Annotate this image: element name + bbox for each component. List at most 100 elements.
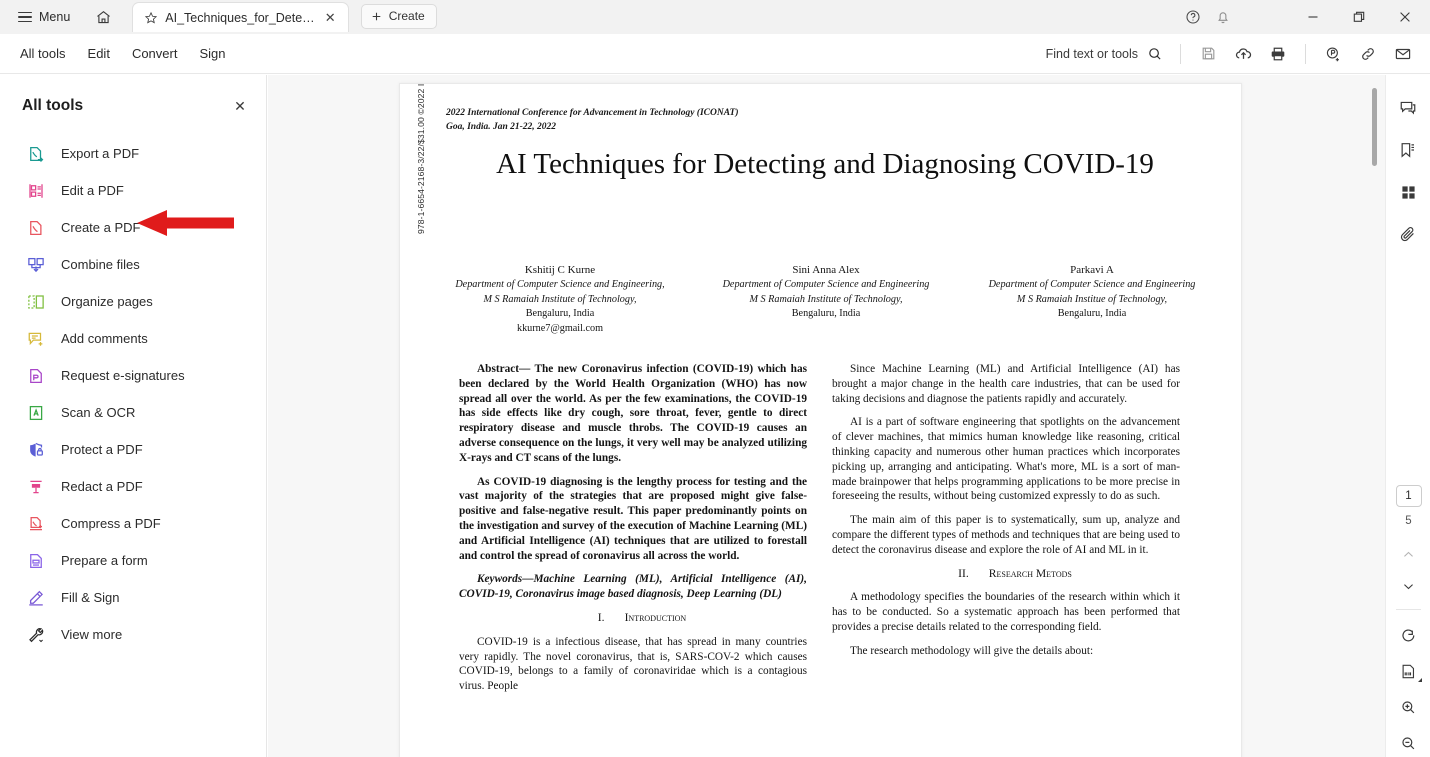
find-text-or-tools[interactable]: Find text or tools: [1037, 40, 1170, 68]
bookmarks-panel-icon: [1401, 143, 1414, 158]
tool-prepare-a-form[interactable]: Prepare a form: [0, 542, 266, 579]
tool-label: View more: [61, 627, 123, 642]
close-panel-button[interactable]: ✕: [228, 94, 252, 118]
fit-page-button[interactable]: [1394, 656, 1424, 686]
document-tab[interactable]: AI_Techniques_for_Dete… ✕: [132, 2, 349, 32]
home-button[interactable]: [88, 4, 118, 30]
section-2-heading: II. Research Metods: [832, 567, 1180, 582]
menu-convert[interactable]: Convert: [122, 40, 188, 68]
tool-combine-files[interactable]: Combine files: [0, 246, 266, 283]
upload-to-cloud-button[interactable]: [1226, 39, 1260, 69]
right-paragraph-4: A methodology specifies the boundaries o…: [832, 591, 1180, 633]
tool-organize-pages[interactable]: Organize pages: [0, 283, 266, 320]
save-button[interactable]: [1191, 39, 1225, 69]
search-icon: [1149, 47, 1161, 60]
column-right: Since Machine Learning (ML) and Artifici…: [832, 362, 1180, 668]
restore-button[interactable]: [1336, 0, 1382, 34]
tool-add-comments[interactable]: Add comments: [0, 320, 266, 357]
title-bar-left: Menu AI_Techniques_for_Dete… ✕ Create: [0, 0, 437, 34]
email-button[interactable]: [1386, 39, 1420, 69]
section-1-title: Introduction: [624, 610, 687, 624]
acrobat-window: Menu AI_Techniques_for_Dete… ✕ Create Al…: [0, 0, 1430, 757]
create-pdf-icon: [26, 218, 45, 237]
next-page-button[interactable]: [1394, 573, 1424, 599]
rail-divider: [1396, 609, 1421, 610]
tool-label: Add comments: [61, 331, 148, 346]
tool-compress-a-pdf[interactable]: Compress a PDF: [0, 505, 266, 542]
chevron-down-icon: [1417, 678, 1422, 682]
author-dept: Department of Computer Science and Engin…: [455, 279, 665, 290]
menu-bar-actions: Find text or tools: [1037, 39, 1430, 69]
tool-request-e-signatures[interactable]: Request e-signatures: [0, 357, 266, 394]
column-left: Abstract— The new Coronavirus infection …: [459, 362, 807, 703]
abstract-paragraph-2: As COVID-19 diagnosing is the lengthy pr…: [459, 475, 807, 562]
current-page-input[interactable]: 1: [1395, 485, 1422, 507]
tool-scan-and-ocr[interactable]: Scan & OCR: [0, 394, 266, 431]
create-button[interactable]: Create: [360, 3, 437, 29]
tool-view-more[interactable]: View more: [0, 616, 266, 653]
menu-bar: All tools Edit Convert Sign Find text or…: [0, 34, 1430, 74]
tool-label: Combine files: [61, 257, 140, 272]
author-org: M S Ramaiah Institute of Technology,: [749, 293, 903, 305]
author-city: Bengaluru, India: [525, 308, 595, 320]
notifications-button[interactable]: [1208, 4, 1238, 30]
menu-sign[interactable]: Sign: [189, 40, 235, 68]
redact-pdf-icon: [26, 477, 45, 496]
tool-protect-a-pdf[interactable]: Protect a PDF: [0, 431, 266, 468]
export-pdf-icon: [26, 144, 45, 163]
tab-close-button[interactable]: ✕: [322, 9, 339, 26]
comments-panel-button[interactable]: [1393, 93, 1423, 123]
zoom-out-button[interactable]: [1394, 728, 1424, 757]
tool-create-a-pdf[interactable]: Create a PDF: [0, 209, 266, 246]
page-thumbnails-button[interactable]: [1393, 177, 1423, 207]
fill-sign-icon: [26, 588, 45, 607]
tool-export-a-pdf[interactable]: Export a PDF: [0, 135, 266, 172]
previous-page-button[interactable]: [1394, 541, 1424, 567]
hamburger-icon: [18, 9, 32, 26]
bookmarks-panel-button[interactable]: [1393, 135, 1423, 165]
author-block: Kshitij C Kurne Department of Computer S…: [436, 264, 1216, 337]
menu-button[interactable]: Menu: [10, 4, 78, 30]
share-link-button[interactable]: [1351, 39, 1385, 69]
attachments-button[interactable]: [1393, 219, 1423, 249]
tool-label: Organize pages: [61, 294, 153, 309]
vertical-scrollbar[interactable]: [1369, 75, 1379, 757]
tool-label: Export a PDF: [61, 146, 140, 161]
rotate-button[interactable]: [1394, 620, 1424, 650]
pdf-page-1: 978-1-6654-2168-3/22/$31.00 ©2022 IEEE |…: [399, 83, 1242, 757]
author-1: Kshitij C Kurne Department of Computer S…: [436, 264, 684, 337]
scrollbar-thumb[interactable]: [1372, 88, 1377, 166]
wrench-icon: [26, 625, 45, 644]
zoom-in-button[interactable]: [1394, 692, 1424, 722]
tool-edit-a-pdf[interactable]: Edit a PDF: [0, 172, 266, 209]
minimize-button[interactable]: [1290, 0, 1336, 34]
paper-title: AI Techniques for Detecting and Diagnosi…: [496, 148, 1154, 180]
tool-redact-a-pdf[interactable]: Redact a PDF: [0, 468, 266, 505]
star-icon[interactable]: [144, 11, 158, 25]
document-tab-title: AI_Techniques_for_Dete…: [165, 10, 315, 25]
comments-panel-icon: [1400, 101, 1416, 115]
author-3: Parkavi A Department of Computer Science…: [968, 264, 1216, 337]
right-paragraph-3: The main aim of this paper is to systema…: [832, 514, 1180, 556]
section-2-number: II.: [958, 566, 969, 580]
tool-label: Create a PDF: [61, 220, 141, 235]
title-bar-right: [1178, 0, 1430, 34]
menu-edit[interactable]: Edit: [78, 40, 120, 68]
tool-fill-and-sign[interactable]: Fill & Sign: [0, 579, 266, 616]
organize-pages-icon: [26, 292, 45, 311]
fit-page-icon: [1402, 664, 1415, 678]
print-button[interactable]: [1261, 39, 1295, 69]
section-2-title: Research Metods: [988, 566, 1072, 580]
help-button[interactable]: [1178, 4, 1208, 30]
find-label: Find text or tools: [1045, 46, 1138, 61]
add-stamp-button[interactable]: [1316, 39, 1350, 69]
document-viewer[interactable]: 978-1-6654-2168-3/22/$31.00 ©2022 IEEE |…: [268, 75, 1385, 757]
menu-all-tools[interactable]: All tools: [10, 40, 76, 68]
print-icon: [1271, 47, 1285, 60]
all-tools-title: All tools: [22, 97, 84, 114]
right-paragraph-1: Since Machine Learning (ML) and Artifici…: [832, 363, 1180, 405]
total-pages-label: 5: [1405, 515, 1412, 527]
close-window-button[interactable]: [1382, 0, 1428, 34]
right-paragraph-2: AI is a part of software engineering tha…: [832, 416, 1180, 503]
author-org: M S Ramaiah Institue of Technology,: [1016, 293, 1168, 305]
